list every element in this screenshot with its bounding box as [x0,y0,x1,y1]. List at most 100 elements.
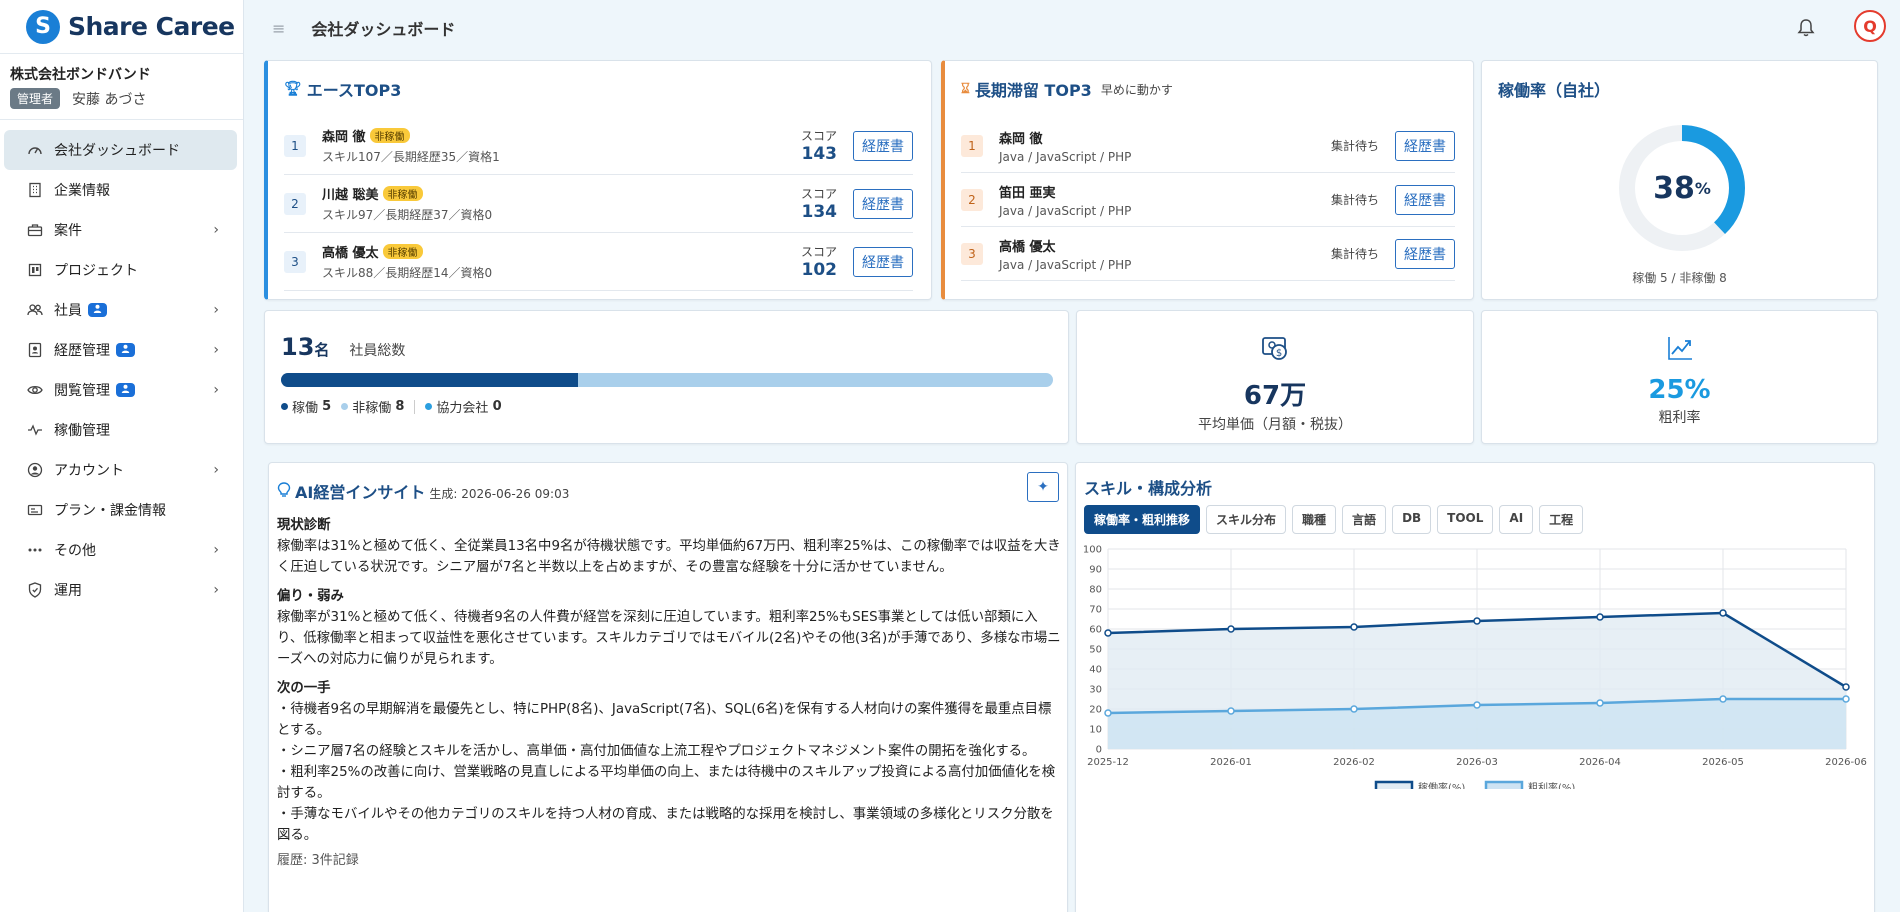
sidebar-item-id-card[interactable]: 経歴管理 › [4,330,237,370]
ace-row: 1 森岡 徹非稼働 スキル107／長期経歴35／資格1 スコア 143 経歴書 [284,117,913,175]
sidebar-item-briefcase[interactable]: 案件 › [4,210,237,250]
legend-item: 稼働 5 [281,397,331,416]
employee-legend: 稼働 5 非稼働 8 協力会社 0 [281,397,512,416]
sidebar-item-billing[interactable]: プラン・課金情報 [4,490,237,530]
employee-ratio-fill [281,373,578,387]
sidebar-item-activity[interactable]: 稼働管理 [4,410,237,450]
sidebar-item-label: 社員 [54,303,82,319]
score-value: 102 [801,260,838,280]
sidebar: S Share Caree 株式会社ボンドバンド 管理者 安藤 あづさ 会社ダッ… [0,0,244,912]
legend-dot [341,403,349,410]
page-title: 会社ダッシュボード [311,20,456,39]
resume-button[interactable]: 経歴書 [1395,184,1455,215]
sidebar-item-label: 会社ダッシュボード [54,143,180,159]
employee-count: 13 [281,333,315,361]
chevron-right-icon: › [213,342,219,358]
account-icon [26,461,44,479]
employee-detail: スキル88／長期経歴14／資格0 [322,266,493,280]
sidebar-item-gauge[interactable]: 会社ダッシュボード [4,130,237,170]
y-tick-label: 60 [1089,625,1102,636]
skill-tab[interactable]: DB [1392,505,1432,534]
legend-label: 協力会社 [436,401,489,416]
sparkle-icon: ✦ [1037,479,1049,495]
bell-icon[interactable] [1796,18,1816,38]
sidebar-item-shield[interactable]: 運用 › [4,570,237,610]
data-point [1350,705,1358,713]
stay-title: ⌛︎ 長期滞留 TOP3 早めに動かす [961,81,1173,100]
employee-name[interactable]: 森岡 徹 [322,126,366,145]
sidebar-item-eye[interactable]: 閲覧管理 › [4,370,237,410]
sidebar-item-label: プラン・課金情報 [54,503,166,519]
skill-tab[interactable]: 稼働率・粗利推移 [1084,505,1201,534]
sidebar-item-account[interactable]: アカウント › [4,450,237,490]
employee-name[interactable]: 高橋 優太 [322,242,379,261]
activity-icon [26,421,44,439]
score-value: 134 [801,202,838,222]
skill-tab[interactable]: スキル分布 [1206,505,1287,534]
rank-number: 1 [284,134,306,157]
brand-logo[interactable]: S Share Caree [0,0,243,54]
person-badge-icon [88,303,107,317]
legend-item: 協力会社 0 [425,397,502,416]
rank-number: 3 [961,242,983,265]
average-price-value: 67万 [1243,381,1307,411]
ai-regenerate-button[interactable]: ✦ [1027,472,1059,502]
sidebar-item-building[interactable]: 企業情報 [4,170,237,210]
employee-name[interactable]: 森岡 徹 [999,128,1043,147]
employee-skills: Java / JavaScript / PHP [999,149,1132,164]
legend-separator [414,399,416,414]
top-bar: ≡ 会社ダッシュボード Q [244,0,1900,56]
resume-button[interactable]: 経歴書 [853,246,913,277]
data-point [1719,609,1727,617]
gauge-icon [26,141,44,159]
employee-ratio-bar [281,373,1053,387]
legend-item: 非稼働 8 [341,397,404,416]
rank-number: 2 [284,192,306,215]
data-point [1227,707,1235,715]
skill-tab[interactable]: 職種 [1292,505,1337,534]
more-icon [26,541,44,559]
resume-button[interactable]: 経歴書 [1395,130,1455,161]
sidebar-item-project[interactable]: プロジェクト [4,250,237,290]
resume-button[interactable]: 経歴書 [1395,238,1455,269]
ai-section-text: ・シニア層7名の経験とスキルを活かし、高単価・高付加価値な上流工程やプロジェクト… [277,744,1036,759]
resume-button[interactable]: 経歴書 [853,130,913,161]
employee-name[interactable]: 高橋 優太 [999,236,1056,255]
resume-button[interactable]: 経歴書 [853,188,913,219]
legend-value: 0 [492,399,502,414]
sidebar-item-label: アカウント [54,463,124,479]
hamburger-menu-icon[interactable]: ≡ [272,19,285,38]
x-tick-label: 2026-02 [1333,757,1375,768]
sidebar-item-more[interactable]: その他 › [4,530,237,570]
ai-section-title: 現状診断 [277,518,331,533]
skill-analysis-title: スキル・構成分析 [1084,479,1213,498]
data-point [1842,695,1850,703]
legend-label: 稼働率(%) [1418,781,1465,789]
person-badge-icon [116,383,135,397]
data-point [1842,683,1850,691]
sidebar-item-users[interactable]: 社員 › [4,290,237,330]
score-label: スコア [800,245,837,259]
employee-name[interactable]: 笛田 亜実 [999,182,1056,201]
skill-tab[interactable]: 言語 [1342,505,1387,534]
legend-swatch [1484,780,1524,789]
eye-icon [26,381,44,399]
skill-tab[interactable]: AI [1499,505,1534,534]
ace-top3-card: 🏆︎ エースTOP3 1 森岡 徹非稼働 スキル107／長期経歴35／資格1 スコア 1… [264,60,932,300]
company-avatar[interactable]: Q [1854,10,1886,42]
ace-row: 2 川越 聡美 非稼働 スキル97／長期経歴37／資格0 スコア 134 経歴書 [284,175,913,233]
legend-dot [281,403,288,410]
trophy-icon: 🏆︎ [284,81,302,97]
rank-number: 2 [961,188,983,211]
person-badge-icon [116,343,135,357]
skill-analysis-card: スキル・構成分析 稼働率・粗利推移 スキル分布 職種 言語 DB TOOL AI 工程 0 10… [1075,462,1875,912]
data-point [1104,709,1112,717]
sidebar-item-label: 運用 [54,583,82,599]
chevron-right-icon: › [213,222,219,238]
skill-tab[interactable]: 工程 [1539,505,1584,534]
company-info: 株式会社ボンドバンド 管理者 安藤 あづさ [0,54,243,109]
y-tick-label: 0 [1096,745,1102,756]
ai-section-text: ・手薄なモバイルやその他カテゴリのスキルを持つ人材の育成、または戦略的な採用を検… [277,807,1054,843]
employee-name[interactable]: 川越 聡美 [322,184,379,203]
skill-tab[interactable]: TOOL [1437,505,1494,534]
